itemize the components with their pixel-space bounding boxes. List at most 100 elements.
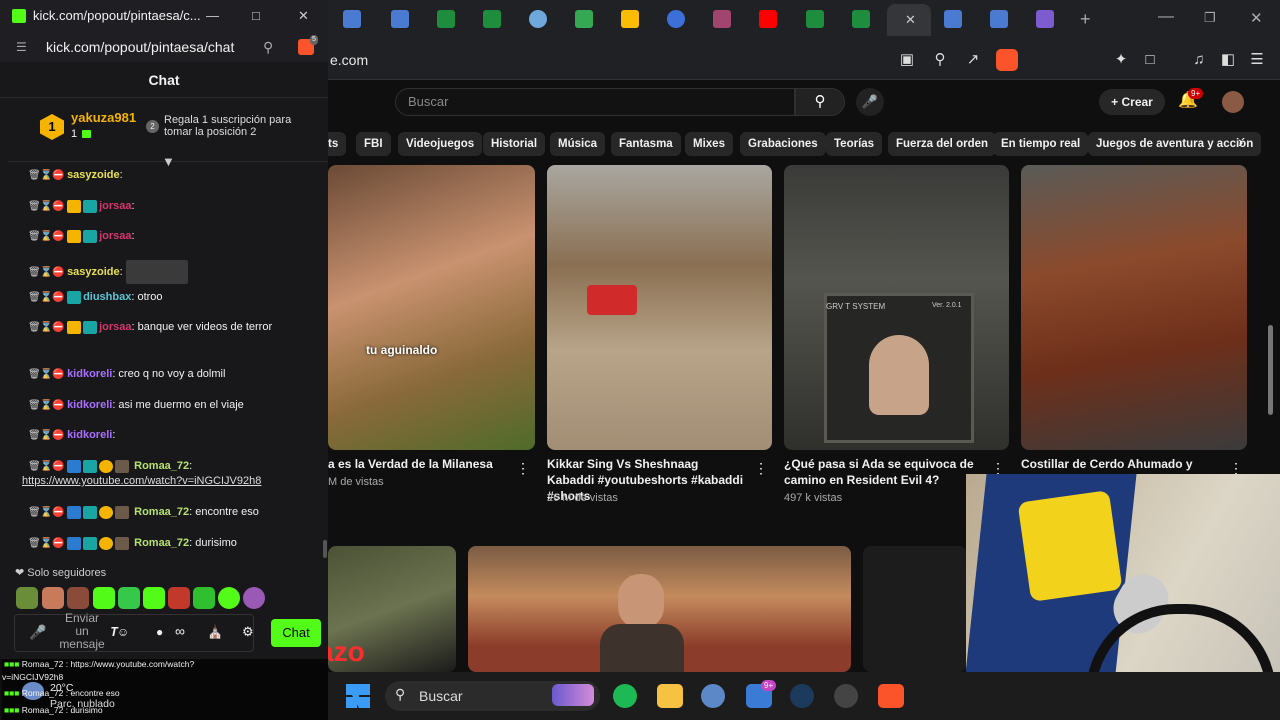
tab-flag-icon[interactable] bbox=[529, 10, 547, 28]
minimize-icon[interactable]: — bbox=[1158, 8, 1174, 26]
zoom-icon[interactable]: ⚲ bbox=[263, 32, 273, 62]
tab-sheets-icon[interactable] bbox=[437, 10, 455, 28]
brave-icon[interactable] bbox=[878, 684, 904, 708]
store-icon[interactable]: ⛪ bbox=[207, 624, 223, 640]
tab-ibb-icon[interactable] bbox=[391, 10, 409, 28]
top-gifter-name[interactable]: yakuza981 bbox=[71, 110, 136, 125]
tab-youtube-icon[interactable] bbox=[759, 10, 777, 28]
ban-icon[interactable]: ⛔ bbox=[52, 506, 64, 520]
chip[interactable]: FBI bbox=[356, 132, 391, 156]
timeout-icon[interactable]: ⌛ bbox=[40, 230, 52, 244]
mic-icon[interactable]: 🎤 bbox=[29, 624, 46, 641]
url-field[interactable]: e.com bbox=[330, 46, 890, 74]
video-thumbnail[interactable]: GRV T SYSTEM Ver. 2.0.1 bbox=[784, 165, 1009, 450]
close-window-icon[interactable]: ✕ bbox=[1250, 9, 1263, 27]
gift-prompt[interactable]: Regala 1 suscripción para tomar la posic… bbox=[164, 114, 304, 138]
ban-icon[interactable]: ⛔ bbox=[52, 537, 64, 551]
tab-p-icon[interactable] bbox=[575, 10, 593, 28]
chat-username[interactable]: Romaa_72 bbox=[134, 537, 189, 549]
delete-icon[interactable]: 🗑 bbox=[28, 321, 41, 335]
page-scrollbar[interactable] bbox=[1268, 325, 1273, 415]
delete-icon[interactable]: 🗑 bbox=[28, 399, 41, 413]
timeout-icon[interactable]: ⌛ bbox=[40, 537, 52, 551]
timeout-icon[interactable]: ⌛ bbox=[40, 368, 52, 382]
chat-username[interactable]: Romaa_72 bbox=[134, 506, 189, 518]
emote[interactable] bbox=[243, 587, 265, 609]
chip[interactable]: Teorías bbox=[826, 132, 883, 156]
install-app-icon[interactable]: ▣ bbox=[894, 47, 920, 73]
chip[interactable]: Fantasma bbox=[611, 132, 681, 156]
tab-edge-icon[interactable] bbox=[667, 10, 685, 28]
tab-music-icon[interactable] bbox=[713, 10, 731, 28]
users-icon[interactable]: ● bbox=[156, 625, 163, 639]
chip[interactable]: Fuerza del orden bbox=[888, 132, 997, 156]
delete-icon[interactable]: 🗑 bbox=[28, 460, 41, 474]
chip[interactable]: ts bbox=[328, 132, 347, 156]
timeout-icon[interactable]: ⌛ bbox=[40, 169, 52, 183]
delete-icon[interactable]: 🗑 bbox=[28, 537, 41, 551]
ban-icon[interactable]: ⛔ bbox=[52, 291, 64, 305]
gear-icon[interactable]: ⚙ bbox=[242, 624, 254, 640]
tab-sheets-icon[interactable] bbox=[852, 10, 870, 28]
chat-username[interactable]: sasyzoide bbox=[67, 266, 120, 278]
obs-icon[interactable] bbox=[834, 684, 858, 708]
search-button[interactable]: ⚲ bbox=[795, 88, 845, 116]
more-options-icon[interactable]: ⋮ bbox=[754, 460, 768, 477]
video-thumbnail[interactable] bbox=[547, 165, 772, 450]
zoom-icon[interactable]: ⚲ bbox=[927, 47, 953, 73]
tab-ibb-icon[interactable] bbox=[944, 10, 962, 28]
emote[interactable] bbox=[193, 587, 215, 609]
music-icon[interactable]: ♫ bbox=[1186, 47, 1212, 73]
timeout-icon[interactable]: ⌛ bbox=[40, 460, 52, 474]
chat-username[interactable]: sasyzoide bbox=[67, 169, 120, 181]
tab-ibb-icon[interactable] bbox=[343, 10, 361, 28]
shorts-thumbnail[interactable]: azo bbox=[328, 546, 456, 672]
new-tab-button[interactable]: + bbox=[1080, 9, 1091, 30]
chat-username[interactable]: diushbax bbox=[83, 291, 131, 303]
chip[interactable]: Grabaciones bbox=[740, 132, 826, 156]
delete-icon[interactable]: 🗑 bbox=[28, 429, 41, 443]
chip[interactable]: Historial bbox=[483, 132, 546, 156]
chat-username[interactable]: kidkoreli bbox=[67, 368, 112, 380]
emote[interactable] bbox=[143, 587, 165, 609]
timeout-icon[interactable]: ⌛ bbox=[40, 266, 52, 280]
tab-ibb-icon[interactable] bbox=[990, 10, 1008, 28]
popup-url[interactable]: kick.com/popout/pintaesa/chat bbox=[46, 32, 234, 62]
delete-icon[interactable]: 🗑 bbox=[28, 169, 41, 183]
active-tab[interactable]: ✕ bbox=[887, 4, 931, 36]
more-options-icon[interactable]: ⋮ bbox=[516, 460, 530, 477]
chat-username[interactable]: kidkoreli bbox=[67, 429, 112, 441]
extensions-icon[interactable]: ✦ bbox=[1108, 47, 1134, 73]
delete-icon[interactable]: 🗑 bbox=[28, 506, 41, 520]
ban-icon[interactable]: ⛔ bbox=[52, 169, 64, 183]
steam-icon[interactable] bbox=[790, 684, 814, 708]
chip[interactable]: En tiempo real bbox=[993, 132, 1089, 156]
youtube-search-input[interactable]: Buscar bbox=[395, 88, 795, 116]
emote[interactable] bbox=[16, 587, 38, 609]
close-tab-icon[interactable]: ✕ bbox=[905, 12, 916, 28]
chat-scrollbar[interactable] bbox=[323, 540, 327, 558]
menu-icon[interactable]: ☰ bbox=[1244, 47, 1270, 73]
popup-maximize-icon[interactable]: □ bbox=[252, 0, 260, 32]
emote[interactable] bbox=[218, 587, 240, 609]
timeout-icon[interactable]: ⌛ bbox=[40, 321, 52, 335]
brave-shield-icon[interactable] bbox=[996, 49, 1018, 71]
emote[interactable] bbox=[118, 587, 140, 609]
user-avatar[interactable] bbox=[1222, 91, 1244, 113]
emote[interactable] bbox=[67, 587, 89, 609]
ban-icon[interactable]: ⛔ bbox=[52, 321, 64, 335]
chat-username[interactable]: Romaa_72 bbox=[134, 460, 189, 472]
send-chat-button[interactable]: Chat bbox=[271, 619, 321, 647]
chat-username[interactable]: jorsaa bbox=[99, 200, 131, 212]
file-explorer-icon[interactable] bbox=[657, 684, 683, 708]
emoji-icon[interactable]: ☺ bbox=[117, 625, 129, 639]
chat-username[interactable]: jorsaa bbox=[99, 230, 131, 242]
chat-input[interactable]: 🎤 Enviar un mensaje 𝑻 ☺ ● ∞ ⛪ ⚙ bbox=[14, 612, 254, 652]
ban-icon[interactable]: ⛔ bbox=[52, 368, 64, 382]
chat-link[interactable]: https://www.youtube.com/watch?v=iNGCIJV9… bbox=[22, 475, 261, 487]
emote[interactable] bbox=[168, 587, 190, 609]
infinity-icon[interactable]: ∞ bbox=[175, 623, 185, 639]
ban-icon[interactable]: ⛔ bbox=[52, 230, 64, 244]
ban-icon[interactable]: ⛔ bbox=[52, 266, 64, 280]
video-title[interactable]: ¿Qué pasa si Ada se equivoca de camino e… bbox=[784, 456, 984, 488]
